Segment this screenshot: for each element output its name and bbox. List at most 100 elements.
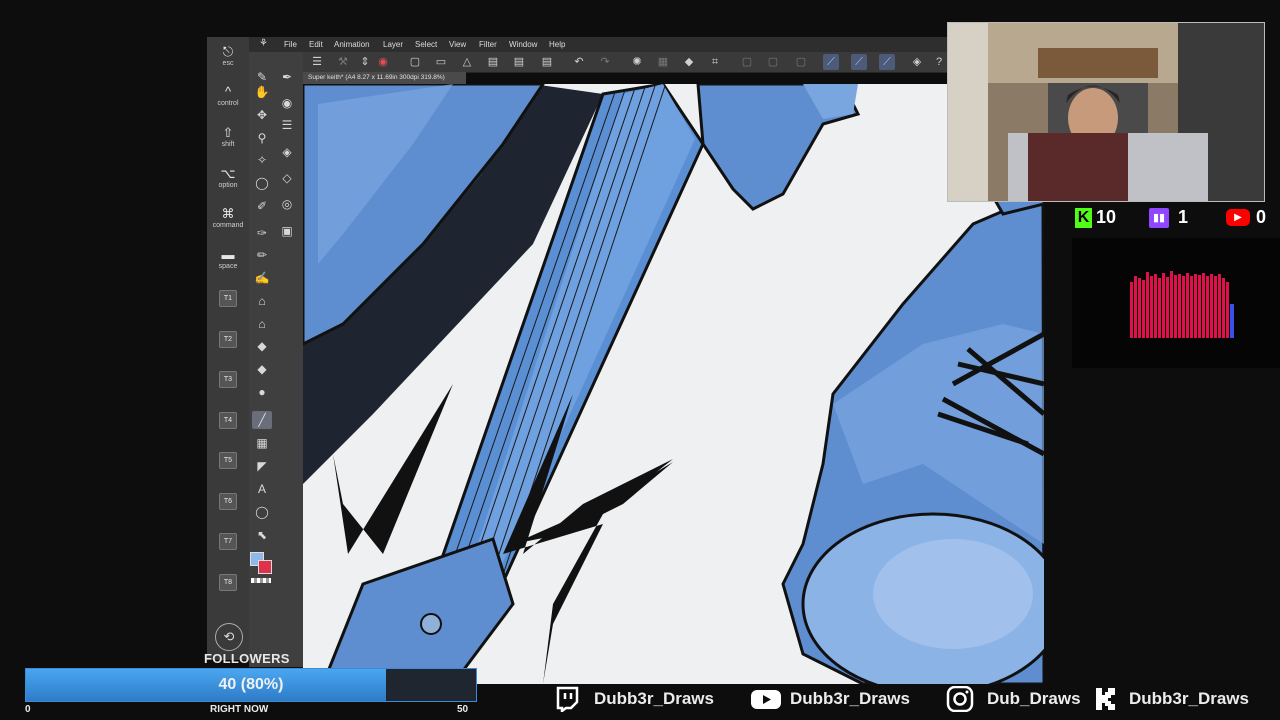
youtube-handle[interactable]: Dubb3r_Draws [790, 689, 910, 709]
menu-filter[interactable]: Filter [479, 40, 497, 49]
shift-key[interactable]: ⇧ shift [207, 126, 249, 149]
record-icon[interactable]: ◉ [375, 54, 391, 70]
adjust-icon[interactable]: ☰ [277, 116, 297, 134]
lasso-select-icon[interactable]: ◯ [252, 174, 272, 192]
rotate-icon[interactable]: ⟲ [215, 623, 243, 651]
eye-icon[interactable]: ◉ [277, 94, 297, 112]
scale-icon[interactable]: ▢ [765, 54, 781, 70]
import-icon[interactable]: ▤ [511, 54, 527, 70]
tool-key-t2[interactable]: T2 [219, 331, 237, 348]
command-label: command [212, 222, 244, 229]
transform-icon[interactable]: ▢ [739, 54, 755, 70]
youtube-count: 0 [1256, 207, 1267, 227]
ruler-snap-icon[interactable]: ⟋ [823, 54, 839, 70]
operation-icon[interactable]: ⬉ [252, 526, 272, 544]
balloon-icon[interactable]: ◯ [252, 503, 272, 521]
pencil-icon[interactable]: ✏ [252, 246, 272, 264]
layer-icon[interactable]: ◈ [277, 143, 297, 161]
fill-icon[interactable]: ◆ [252, 337, 272, 355]
tool-key-t5[interactable]: T5 [219, 452, 237, 469]
webcam-feed [947, 22, 1265, 202]
eyedropper-icon[interactable]: ✐ [252, 197, 272, 215]
document-tab[interactable]: Super keith* (A4 8.27 x 11.69in 300dpi 3… [303, 72, 466, 84]
command-key[interactable]: ⌘ command [207, 207, 249, 230]
sub-color-swatch[interactable] [258, 560, 272, 574]
gradient-icon[interactable]: ▦ [252, 434, 272, 452]
audio-visualizer [1072, 238, 1280, 368]
undo-icon[interactable]: ↶ [571, 54, 587, 70]
layers-icon[interactable]: ◇ [277, 169, 297, 187]
open-icon[interactable]: ▭ [433, 54, 449, 70]
tool-key-t1[interactable]: T1 [219, 290, 237, 307]
clear-icon[interactable]: ▦ [655, 54, 671, 70]
grid-snap-icon[interactable]: ⟋ [879, 54, 895, 70]
tool-key-t8[interactable]: T8 [219, 574, 237, 591]
brush-icon[interactable]: ✍ [252, 269, 272, 287]
fill-command-icon[interactable]: ◆ [681, 54, 697, 70]
transparent-color-swatch[interactable] [251, 578, 271, 583]
menu-animation[interactable]: Animation [334, 40, 370, 49]
frame-icon[interactable]: ◤ [252, 457, 272, 475]
export-icon[interactable]: ▤ [485, 54, 501, 70]
tool-key-t3[interactable]: T3 [219, 371, 237, 388]
option-key[interactable]: ⌥ option [207, 167, 249, 190]
crop-icon[interactable]: ⌗ [707, 54, 723, 70]
menu-help[interactable]: Help [549, 40, 565, 49]
material-icon[interactable]: ◎ [277, 195, 297, 213]
auto-select-icon[interactable]: ✧ [252, 151, 272, 169]
zoom-icon[interactable]: ⚲ [252, 129, 272, 147]
followers-min: 0 [25, 704, 31, 715]
text-tool-icon[interactable]: A [252, 480, 272, 498]
command-icon: ⌘ [221, 206, 235, 221]
share-icon[interactable]: ▤ [539, 54, 555, 70]
control-icon: ^ [224, 84, 232, 99]
reference-icon[interactable]: ◈ [909, 54, 925, 70]
space-icon: ▬ [221, 247, 235, 262]
shift-label: shift [221, 141, 235, 148]
redo-icon[interactable]: ↷ [597, 54, 613, 70]
stepper-icon[interactable]: ⇕ [357, 54, 373, 70]
menu-edit[interactable]: Edit [309, 40, 323, 49]
decoration-icon[interactable]: ⌂ [252, 315, 272, 333]
menu-select[interactable]: Select [415, 40, 437, 49]
move-icon[interactable]: ✥ [252, 106, 272, 124]
followers-max: 50 [457, 704, 469, 715]
space-label: space [218, 263, 238, 270]
new-icon[interactable]: ▢ [407, 54, 423, 70]
followers-period: RIGHT NOW [210, 704, 269, 715]
tool-key-t4[interactable]: T4 [219, 412, 237, 429]
twitch-icon: ▮▮ [1149, 208, 1169, 228]
space-key[interactable]: ▬ space [207, 248, 249, 271]
esc-key[interactable]: ⎋ esc [207, 45, 249, 68]
tool-key-t6[interactable]: T6 [219, 493, 237, 510]
menu-view[interactable]: View [449, 40, 466, 49]
instagram-handle[interactable]: Dub_Draws [987, 689, 1081, 709]
help-icon[interactable]: ? [931, 54, 947, 70]
app-logo-icon[interactable]: ⚘ [259, 38, 268, 49]
pen-icon[interactable]: ✒ [277, 68, 297, 86]
panel-icon[interactable]: ▣ [277, 222, 297, 240]
deselect-icon[interactable]: ✺ [629, 54, 645, 70]
option-icon: ⌥ [220, 166, 236, 181]
youtube-icon [750, 686, 781, 712]
menu-file[interactable]: File [284, 40, 297, 49]
followers-label: FOLLOWERS [204, 651, 290, 666]
kick-handle[interactable]: Dubb3r_Draws [1129, 689, 1249, 709]
airbrush-icon[interactable]: ⌂ [252, 292, 272, 310]
transform-2-icon[interactable]: ▢ [793, 54, 809, 70]
hand-icon[interactable]: ✋ [252, 83, 272, 101]
save-icon[interactable]: △ [459, 54, 475, 70]
tool-key-t7[interactable]: T7 [219, 533, 237, 550]
eraser-icon[interactable]: ◆ [252, 360, 272, 378]
control-key[interactable]: ^ control [207, 85, 249, 108]
g-pen-icon[interactable]: ✑ [252, 224, 272, 242]
menu-window[interactable]: Window [509, 40, 537, 49]
twitch-handle[interactable]: Dubb3r_Draws [594, 689, 714, 709]
drawing-canvas[interactable] [303, 84, 1044, 684]
menu-layer[interactable]: Layer [383, 40, 403, 49]
special-ruler-snap-icon[interactable]: ⟋ [851, 54, 867, 70]
line-tool-icon[interactable]: ╱ [252, 411, 272, 429]
brush-sync-icon[interactable]: ⚒ [335, 54, 351, 70]
hamburger-icon[interactable]: ☰ [309, 54, 325, 70]
blend-icon[interactable]: ● [252, 383, 272, 401]
